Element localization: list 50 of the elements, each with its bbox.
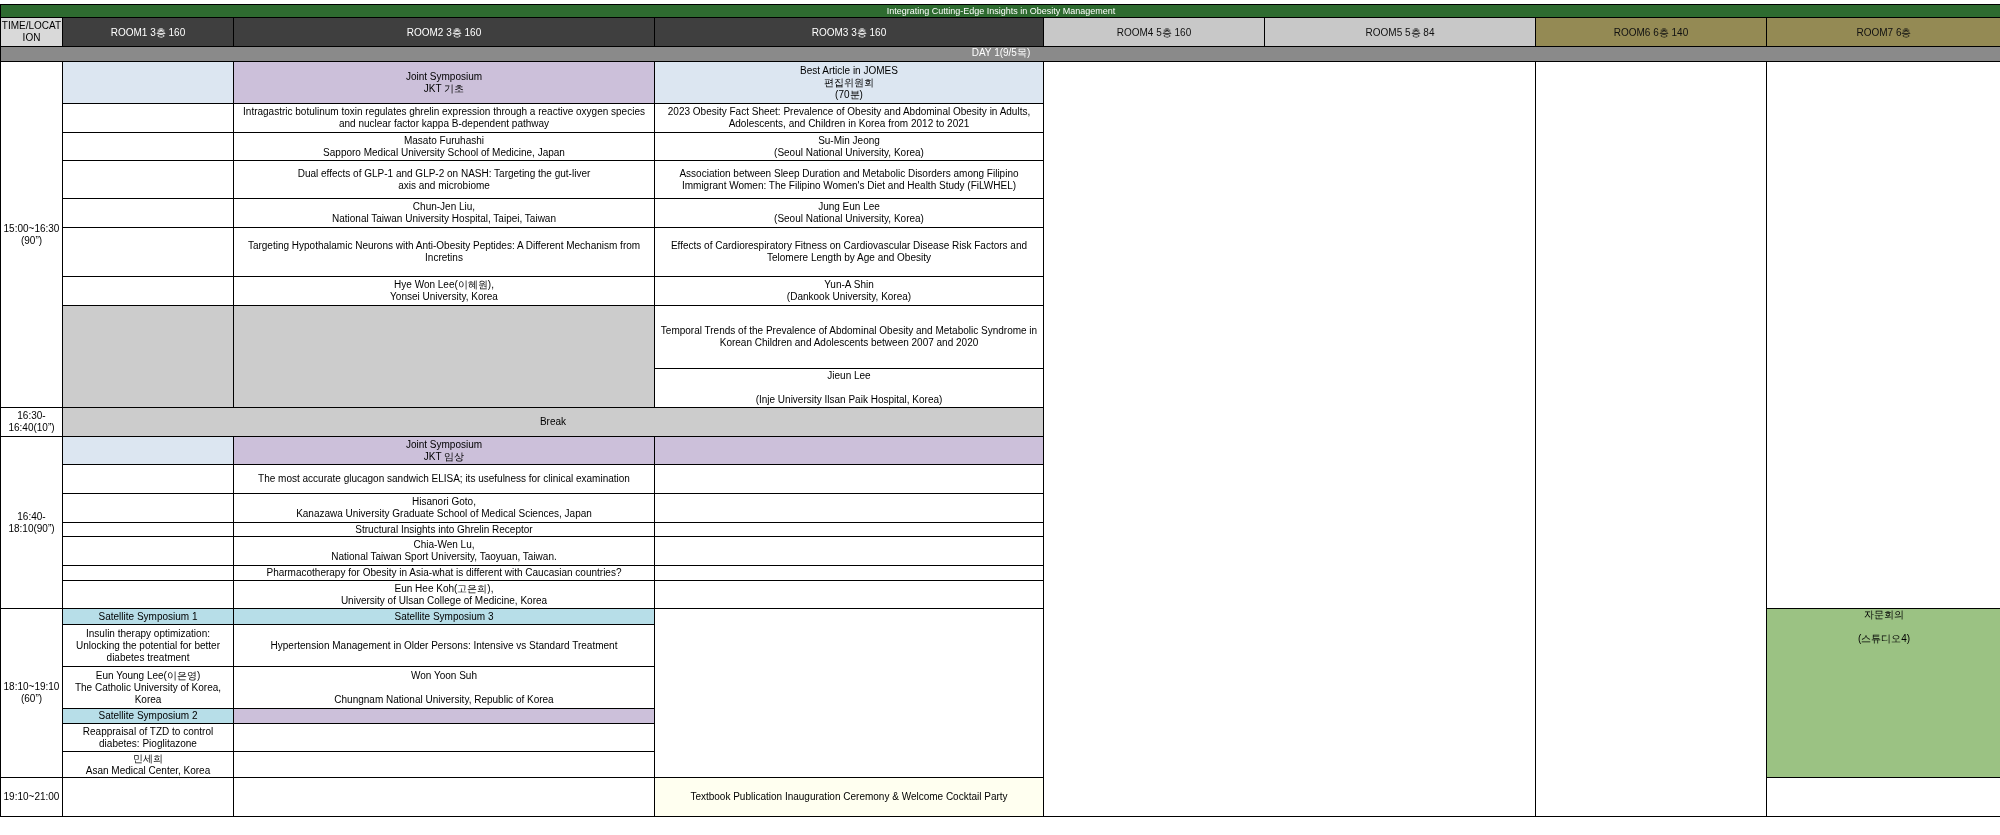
talk-title: Targeting Hypothalamic Neurons with Anti-Obesity Peptides: A Different Mechanism from Incretins <box>234 228 654 276</box>
talk-title: Effects of Cardiorespiratory Fitness on Cardiovascular Disease Risk Factors and Telomere Length by Age and Obesity <box>655 228 1043 276</box>
talk-title: Pharmacotherapy for Obesity in Asia-what is different with Caucasian countries? <box>234 566 654 580</box>
meeting-cell: 자문회의 (스튜디오4) <box>1767 609 2000 777</box>
time-slot: 18:10~19:10 (60”) <box>1 609 62 777</box>
speaker-info: Chia-Wen Lu, National Taiwan Sport University, Taoyuan, Taiwan. <box>234 537 654 565</box>
room-header: ROOM2 3층 160 <box>234 18 654 46</box>
talk-title: Temporal Trends of the Prevalence of Abdominal Obesity and Metabolic Syndrome in Korean Children and Adolescents between 2007 and 2020 <box>655 306 1043 368</box>
talk-title: Insulin therapy optimization: Unlocking the potential for better diabetes treatment <box>63 625 233 666</box>
room-header: ROOM4 5층 160 <box>1044 18 1264 46</box>
session-header: Satellite Symposium 3 <box>234 609 654 624</box>
speaker-info: Eun Hee Koh(고은희), University of Ulsan College of Medicine, Korea <box>234 581 654 608</box>
column-header: TIME/LOCATION <box>1 18 62 46</box>
talk-title: 2023 Obesity Fact Sheet: Prevalence of Obesity and Abdominal Obesity in Adults, Adolescents, and Children in Korea from 2012 to 2021 <box>655 104 1043 132</box>
page-title: Integrating Cutting-Edge Insights in Obesity Management <box>1 5 2000 17</box>
day-bar: DAY 1(9/5목) <box>1 47 2000 61</box>
speaker-info: Eun Young Lee(이은영) The Catholic University of Korea, Korea <box>63 667 233 708</box>
room-header: ROOM7 6층 <box>1767 18 2000 46</box>
talk-title: Intragastric botulinum toxin regulates ghrelin expression through a reactive oxygen species and nuclear factor kappa B-dependent pathway <box>234 104 654 132</box>
talk-title: Dual effects of GLP-1 and GLP-2 on NASH: Targeting the gut-liver axis and microbiome <box>234 161 654 198</box>
speaker-info: 민세희 Asan Medical Center, Korea <box>63 752 233 777</box>
break-row: Break <box>63 408 1043 436</box>
time-slot: 15:00~16:30 (90”) <box>1 62 62 407</box>
speaker-info: Chun-Jen Liu, National Taiwan University Hospital, Taipei, Taiwan <box>234 199 654 227</box>
speaker-info: Won Yoon Suh Chungnam National University, Republic of Korea <box>234 667 654 708</box>
session-header: Best Article in JOMES 편집위원회 (70분) <box>655 62 1043 103</box>
speaker-info: Jung Eun Lee (Seoul National University, Korea) <box>655 199 1043 227</box>
talk-title: Reappraisal of TZD to control diabetes: Pioglitazone <box>63 724 233 751</box>
speaker-info: Jieun Lee (Inje University Ilsan Paik Hospital, Korea) <box>655 369 1043 407</box>
session-header: Joint Symposium JKT 기초 <box>234 62 654 103</box>
session-header: Satellite Symposium 1 <box>63 609 233 624</box>
session-header: Joint Symposium JKT 임상 <box>234 437 654 464</box>
time-slot: 16:40-18:10(90”) <box>1 437 62 608</box>
speaker-info: Su-Min Jeong (Seoul National University, Korea) <box>655 133 1043 160</box>
speaker-info: Hye Won Lee(이혜원), Yonsei University, Korea <box>234 277 654 305</box>
talk-title: Hypertension Management in Older Persons: Intensive vs Standard Treatment <box>234 625 654 666</box>
time-slot: 16:30-16:40(10”) <box>1 408 62 436</box>
speaker-info: Masato Furuhashi Sapporo Medical University School of Medicine, Japan <box>234 133 654 160</box>
room-header: ROOM6 6층 140 <box>1536 18 1766 46</box>
talk-title: The most accurate glucagon sandwich ELISA; its usefulness for clinical examination <box>234 465 654 493</box>
talk-title: Structural Insights into Ghrelin Receptor <box>234 523 654 536</box>
room-header: ROOM1 3층 160 <box>63 18 233 46</box>
speaker-info: Yun-A Shin (Dankook University, Korea) <box>655 277 1043 305</box>
time-slot: 19:10~21:00 <box>1 778 62 816</box>
room-header: ROOM5 5층 84 <box>1265 18 1535 46</box>
room-header: ROOM3 3층 160 <box>655 18 1043 46</box>
speaker-info: Hisanori Goto, Kanazawa University Graduate School of Medical Sciences, Japan <box>234 494 654 522</box>
session-header: Satellite Symposium 2 <box>63 709 233 723</box>
talk-title: Association between Sleep Duration and Metabolic Disorders among Filipino Immigrant Women: The Filipino Women's Diet and Health Study (FiLWHEL) <box>655 161 1043 198</box>
event-cell: Textbook Publication Inauguration Ceremony & Welcome Cocktail Party <box>655 778 1043 816</box>
